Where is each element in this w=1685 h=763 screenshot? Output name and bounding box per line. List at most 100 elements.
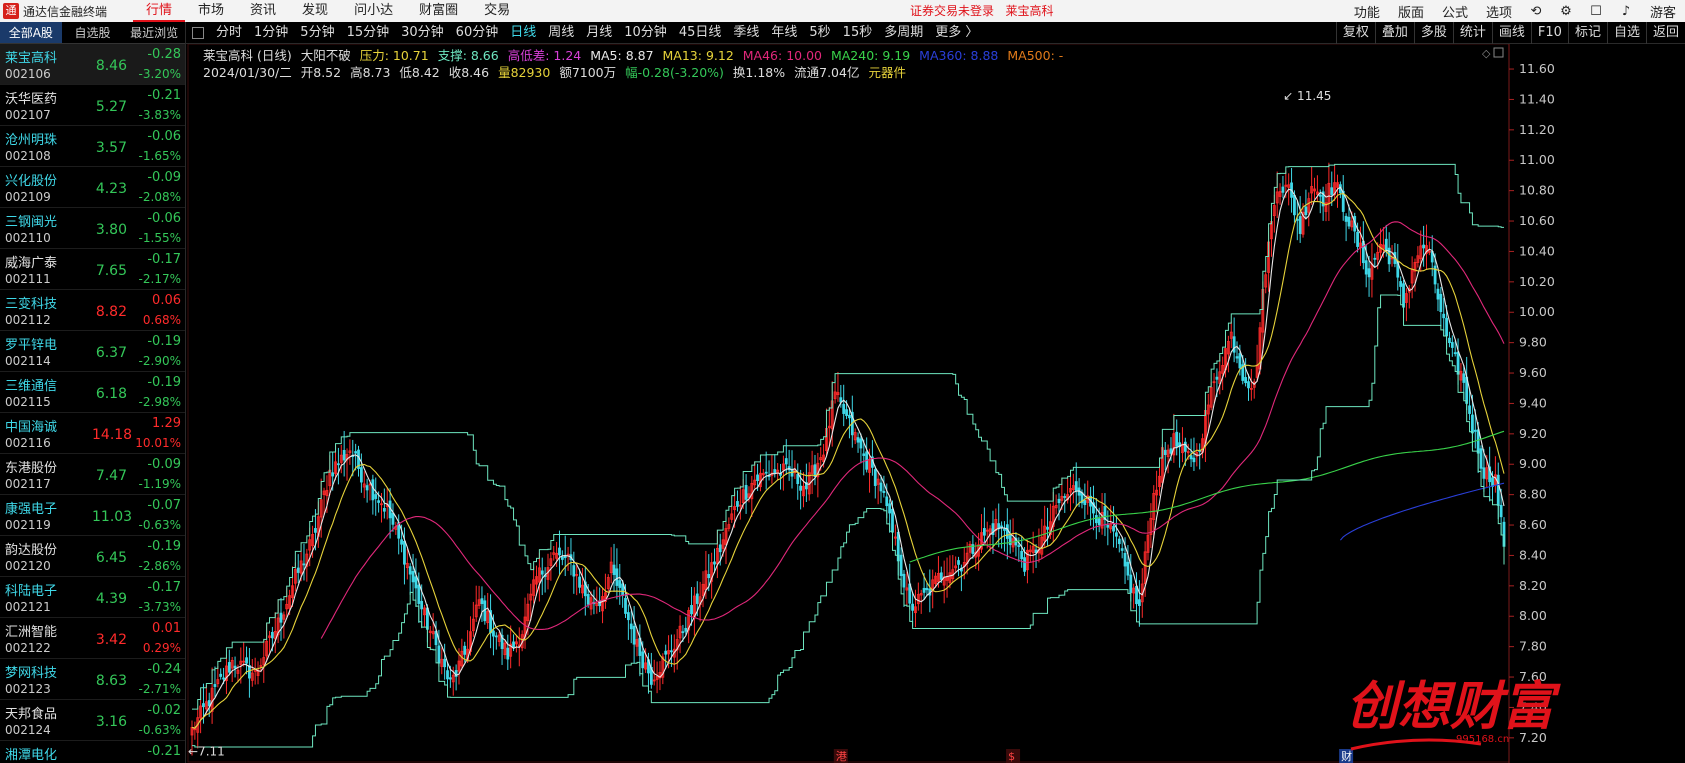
stock-row[interactable]: 三变科技 002112 8.82 0.06 0.68% xyxy=(0,290,185,331)
stock-row[interactable]: 天邦食品 002124 3.16 -0.02 -0.63% xyxy=(0,700,185,741)
stock-row[interactable]: 东港股份 002117 7.47 -0.09 -1.19% xyxy=(0,454,185,495)
top-button-3[interactable]: 选项 xyxy=(1477,2,1521,21)
top-button-2[interactable]: 公式 xyxy=(1433,2,1477,21)
candle xyxy=(802,472,805,508)
bar-sector: 元器件 xyxy=(868,65,906,80)
candle xyxy=(1083,483,1087,519)
period-tab-0[interactable]: 分时 xyxy=(210,22,248,44)
list-tab-0[interactable]: 全部A股 xyxy=(0,22,62,43)
chart-tool-5[interactable]: F10 xyxy=(1530,22,1568,44)
stock-row[interactable]: 兴化股份 002109 4.23 -0.09 -2.08% xyxy=(0,167,185,208)
stock-row[interactable]: 三维通信 002115 6.18 -0.19 -2.98% xyxy=(0,372,185,413)
event-marker[interactable]: $ xyxy=(1006,749,1021,763)
list-tab-2[interactable]: 最近浏览 xyxy=(123,22,185,43)
period-tab-1[interactable]: 1分钟 xyxy=(248,22,294,44)
app-title: 通达信金融终端 xyxy=(23,4,108,19)
price-tick-label: 8.80 xyxy=(1519,487,1547,502)
candle xyxy=(1057,493,1061,521)
stock-row[interactable]: 中国海诚 002116 14.18 1.29 10.01% xyxy=(0,413,185,454)
period-tab-11[interactable]: 季线 xyxy=(727,22,765,44)
menu-5[interactable]: 财富圈 xyxy=(406,0,471,22)
candle xyxy=(242,642,246,667)
bar-range: 幅-0.28(-3.20%) xyxy=(625,65,724,80)
period-tab-16[interactable]: 更多 〉 xyxy=(929,22,984,44)
toggle-panel-icon[interactable] xyxy=(192,26,204,39)
stock-row[interactable]: 康强电子 002119 11.03 -0.07 -0.63% xyxy=(0,495,185,536)
chart-tool-0[interactable]: 复权 xyxy=(1335,22,1375,44)
menu-2[interactable]: 资讯 xyxy=(237,0,289,22)
guest-user[interactable]: 游客 xyxy=(1641,2,1685,21)
menu-4[interactable]: 问小达 xyxy=(341,0,406,22)
event-marker[interactable]: 财 xyxy=(1339,749,1354,763)
period-tab-13[interactable]: 5秒 xyxy=(803,22,836,44)
chart-tool-8[interactable]: 返回 xyxy=(1645,22,1685,44)
stock-row[interactable]: 三钢闽光 002110 3.80 -0.06 -1.55% xyxy=(0,208,185,249)
candle xyxy=(1026,539,1029,584)
period-tab-4[interactable]: 30分钟 xyxy=(395,22,450,44)
chart-diamond-icon[interactable]: ◇ xyxy=(1482,47,1491,60)
notification-bell-icon[interactable]: ♪ xyxy=(1611,4,1641,19)
candle xyxy=(658,661,662,691)
period-tab-5[interactable]: 60分钟 xyxy=(450,22,505,44)
chart-tool-1[interactable]: 叠加 xyxy=(1374,22,1414,44)
candle xyxy=(893,524,897,546)
stock-row[interactable]: 梦网科技 002123 8.63 -0.24 -2.71% xyxy=(0,659,185,700)
menu-0[interactable]: 行情 xyxy=(133,0,186,22)
stock-row[interactable]: 威海广泰 002111 7.65 -0.17 -2.17% xyxy=(0,249,185,290)
settings-icon[interactable]: ⚙ xyxy=(1551,4,1581,19)
price-tick-label: 9.20 xyxy=(1519,426,1547,441)
period-tab-10[interactable]: 45日线 xyxy=(673,22,728,44)
kline-chart-svg[interactable]: 11.60 11.40 11.20 11.00 10.80 10.60 10.40 10.20… xyxy=(186,43,1685,763)
top-button-1[interactable]: 版面 xyxy=(1389,2,1433,21)
period-tab-9[interactable]: 10分钟 xyxy=(618,22,673,44)
candle xyxy=(1163,442,1167,471)
candle xyxy=(1221,356,1225,391)
candle xyxy=(1493,456,1497,493)
period-tab-14[interactable]: 15秒 xyxy=(837,22,879,44)
period-tab-12[interactable]: 年线 xyxy=(765,22,803,44)
candle xyxy=(279,597,283,641)
chart-tool-3[interactable]: 统计 xyxy=(1452,22,1492,44)
period-tab-6[interactable]: 日线 xyxy=(504,22,542,44)
candle-body xyxy=(1304,206,1308,216)
menu-1[interactable]: 市场 xyxy=(185,0,237,22)
period-tab-15[interactable]: 多周期 xyxy=(878,22,929,44)
refresh-icon[interactable]: ⟲ xyxy=(1521,4,1551,19)
candle-body xyxy=(799,485,803,491)
menu-6[interactable]: 交易 xyxy=(471,0,523,22)
stock-row[interactable]: 韵达股份 002120 6.45 -0.19 -2.86% xyxy=(0,536,185,577)
chart-window-icon[interactable] xyxy=(1493,47,1504,58)
candle-body xyxy=(414,576,418,589)
stock-row[interactable]: 湘潭电化 -0.21 xyxy=(0,741,185,763)
stock-change-pct: -3.20% xyxy=(138,67,181,81)
kline-chart[interactable]: 11.60 11.40 11.20 11.00 10.80 10.60 10.40 10.20… xyxy=(186,43,1685,763)
price-tick-label: 7.80 xyxy=(1519,639,1547,654)
event-marker[interactable]: 港 xyxy=(833,749,848,763)
stock-row[interactable]: 沃华医药 002107 5.27 -0.21 -3.83% xyxy=(0,85,185,126)
menu-3[interactable]: 发现 xyxy=(289,0,341,22)
stock-row[interactable]: 科陆电子 002121 4.39 -0.17 -3.73% xyxy=(0,577,185,618)
period-tab-3[interactable]: 15分钟 xyxy=(341,22,396,44)
candle-body xyxy=(1106,524,1110,528)
stock-row[interactable]: 沧州明珠 002108 3.57 -0.06 -1.65% xyxy=(0,126,185,167)
chart-tool-6[interactable]: 标记 xyxy=(1567,22,1607,44)
chart-tool-2[interactable]: 多股 xyxy=(1413,22,1453,44)
period-tab-7[interactable]: 周线 xyxy=(542,22,580,44)
stock-row[interactable]: 罗平锌电 002114 6.37 -0.19 -2.90% xyxy=(0,331,185,372)
top-button-0[interactable]: 功能 xyxy=(1345,2,1389,21)
event-marker-label: $ xyxy=(1008,750,1015,763)
period-tab-8[interactable]: 月线 xyxy=(580,22,618,44)
chart-tool-4[interactable]: 画线 xyxy=(1491,22,1531,44)
period-tab-2[interactable]: 5分钟 xyxy=(294,22,340,44)
chart-tool-7[interactable]: 自选 xyxy=(1606,22,1646,44)
candle xyxy=(1338,181,1342,199)
price-tick-label: 10.60 xyxy=(1519,213,1555,228)
stock-row[interactable]: 莱宝高科 002106 8.46 -0.28 -3.20% xyxy=(0,44,185,85)
candle-body xyxy=(219,673,223,677)
stock-row[interactable]: 汇洲智能 002122 3.42 0.01 0.29% xyxy=(0,618,185,659)
candle-body xyxy=(632,625,636,645)
candle-body xyxy=(695,593,699,604)
list-tab-1[interactable]: 自选股 xyxy=(62,22,124,43)
login-status[interactable]: 证券交易未登录 莱宝高科 xyxy=(910,0,1053,22)
chat-icon[interactable]: ☐ xyxy=(1581,4,1611,19)
